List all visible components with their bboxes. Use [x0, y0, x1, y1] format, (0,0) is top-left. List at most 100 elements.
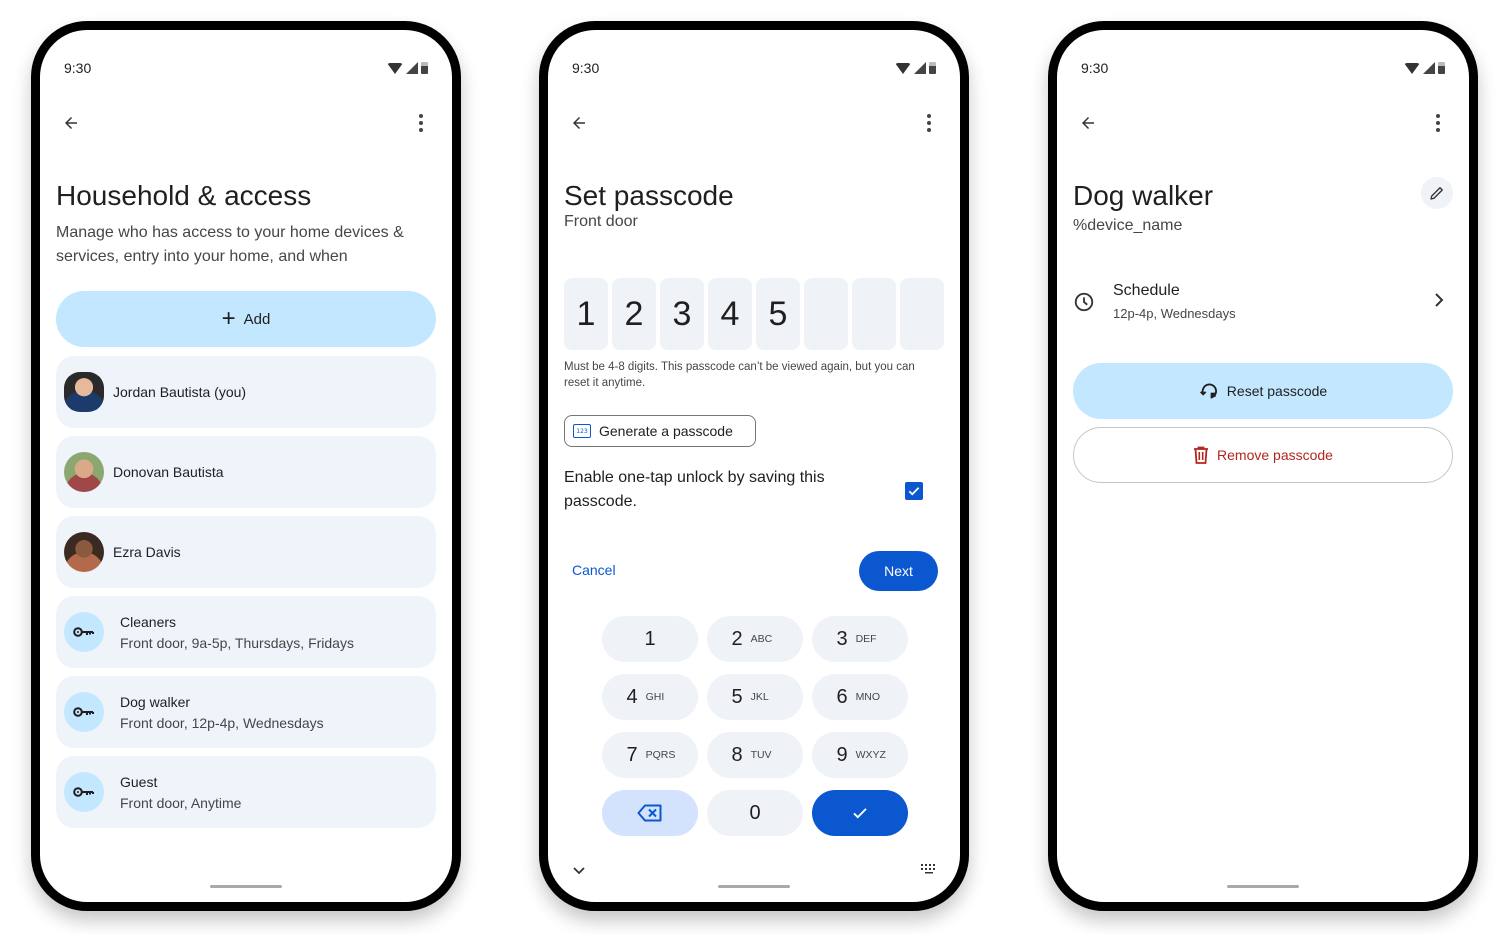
more-options-button[interactable] [406, 108, 436, 138]
more-options-button[interactable] [1423, 108, 1453, 138]
passcode-digit: 1 [564, 278, 608, 350]
key-1[interactable]: 1 [602, 616, 698, 662]
key-4[interactable]: 4 GHI [602, 674, 698, 720]
dialpad-123-icon: 123 [573, 424, 591, 438]
home-indicator[interactable] [718, 885, 790, 888]
page-subtitle: Manage who has access to your home devic… [56, 224, 404, 265]
passcode-digit [900, 278, 944, 350]
list-item-access[interactable]: Dog walker Front door, 12p-4p, Wednesday… [56, 676, 436, 748]
home-indicator[interactable] [210, 885, 282, 888]
chevron-right-icon [1435, 293, 1444, 307]
status-bar: 9:30 [64, 60, 428, 80]
key-digit: 1 [644, 627, 656, 650]
key-digit: 8 [731, 743, 743, 766]
key-2[interactable]: 2 ABC [707, 616, 803, 662]
keyboard-switch-button[interactable] [920, 862, 938, 880]
key-digit: 7 [626, 743, 638, 766]
schedule-row[interactable]: Schedule 12p-4p, Wednesdays [1073, 280, 1453, 326]
hide-keyboard-button[interactable] [572, 862, 586, 880]
remove-label: Remove passcode [1217, 447, 1333, 463]
plus-icon: + [221, 305, 236, 332]
page-title: Dog walker [1073, 180, 1214, 211]
key-icon [73, 627, 94, 637]
key-digit: 6 [836, 685, 848, 708]
access-detail: Front door, 12p-4p, Wednesdays [120, 714, 324, 731]
status-bar: 9:30 [1081, 60, 1445, 80]
key-5[interactable]: 5 JKL [707, 674, 803, 720]
backspace-key[interactable] [602, 790, 698, 836]
key-digit: 3 [836, 627, 848, 650]
pencil-icon [1430, 187, 1443, 200]
wifi-icon [387, 63, 403, 74]
edit-button[interactable] [1421, 177, 1453, 209]
key-icon [73, 707, 94, 717]
lock-reset-icon [1199, 383, 1217, 399]
phone-set-passcode: 9:30 Set passcode Front door 1 2 3 4 5 M… [539, 21, 969, 911]
numeric-keypad: 1 2 ABC 3 DEF 4 GHI 5 JKL 6 MNO 7 PQRS 8 TUV 9W… [602, 616, 908, 836]
status-bar: 9:30 [572, 60, 936, 80]
reset-label: Reset passcode [1226, 383, 1328, 399]
clock-icon [1074, 292, 1094, 312]
home-indicator[interactable] [1227, 885, 1299, 888]
list-item-access[interactable]: Guest Front door, Anytime [56, 756, 436, 828]
passcode-digit: 4 [708, 278, 752, 350]
more-options-button[interactable] [914, 108, 944, 138]
key-digit: 2 [731, 627, 743, 650]
back-button[interactable] [1073, 108, 1103, 138]
list-item-member[interactable]: Donovan Bautista [56, 436, 436, 508]
back-button[interactable] [564, 108, 594, 138]
add-label: Add [243, 310, 271, 328]
key-letters: GHI [645, 691, 665, 703]
phone-household-access: 9:30 Household & access Manage who has a… [31, 21, 461, 911]
confirm-key[interactable] [812, 790, 908, 836]
generate-passcode-button[interactable]: 123 Generate a passcode [564, 415, 756, 447]
avatar [64, 452, 104, 492]
battery-icon [1438, 62, 1445, 74]
key-7[interactable]: 7 PQRS [602, 732, 698, 778]
next-button[interactable]: Next [859, 551, 938, 591]
back-button[interactable] [56, 108, 86, 138]
remove-passcode-button[interactable]: Remove passcode [1073, 427, 1453, 483]
key-8[interactable]: 8 TUV [707, 732, 803, 778]
cancel-button[interactable]: Cancel [572, 562, 616, 578]
add-button[interactable]: + Add [56, 291, 436, 347]
key-letters: MNO [855, 691, 881, 703]
arrow-back-icon [573, 117, 585, 129]
page-title: Household & access [56, 180, 312, 211]
schedule-label: Schedule [1113, 282, 1180, 299]
passcode-digit [852, 278, 896, 350]
key-6[interactable]: 6 MNO [812, 674, 908, 720]
key-0[interactable]: 0 [707, 790, 803, 836]
battery-icon [421, 62, 428, 74]
cellular-icon [914, 62, 926, 74]
list-item-member[interactable]: Ezra Davis [56, 516, 436, 588]
key-letters: TUV [750, 749, 772, 761]
arrow-back-icon [65, 117, 77, 129]
reset-passcode-button[interactable]: Reset passcode [1073, 363, 1453, 419]
key-letters: JKL [750, 691, 769, 703]
phone-dog-walker: 9:30 Dog walker %device_name Schedule 12… [1048, 21, 1478, 911]
key-letters: DEF [855, 633, 877, 645]
backspace-icon [637, 804, 662, 822]
check-icon [853, 808, 867, 819]
check-icon [908, 487, 920, 496]
battery-icon [929, 62, 936, 74]
passcode-digit: 3 [660, 278, 704, 350]
key-letters: ABC [750, 633, 773, 645]
list-item-member[interactable]: Jordan Bautista (you) [56, 356, 436, 428]
key-9[interactable]: 9 WXYZ [812, 732, 908, 778]
key-letters: WXYZ [855, 749, 886, 761]
wifi-icon [1404, 63, 1420, 74]
key-3[interactable]: 3 DEF [812, 616, 908, 662]
schedule-value: 12p-4p, Wednesdays [1113, 306, 1236, 321]
keyboard-icon [921, 864, 935, 874]
passcode-input[interactable]: 1 2 3 4 5 [564, 278, 944, 350]
passcode-hint: Must be 4-8 digits. This passcode can’t … [564, 361, 915, 389]
member-list: Jordan Bautista (you) Donovan Bautista E… [56, 356, 436, 836]
avatar [64, 372, 104, 412]
list-item-access[interactable]: Cleaners Front door, 9a-5p, Thursdays, F… [56, 596, 436, 668]
generate-label: Generate a passcode [599, 423, 733, 439]
key-icon [73, 787, 94, 797]
access-title: Dog walker [120, 693, 191, 710]
one-tap-checkbox[interactable] [905, 482, 923, 500]
